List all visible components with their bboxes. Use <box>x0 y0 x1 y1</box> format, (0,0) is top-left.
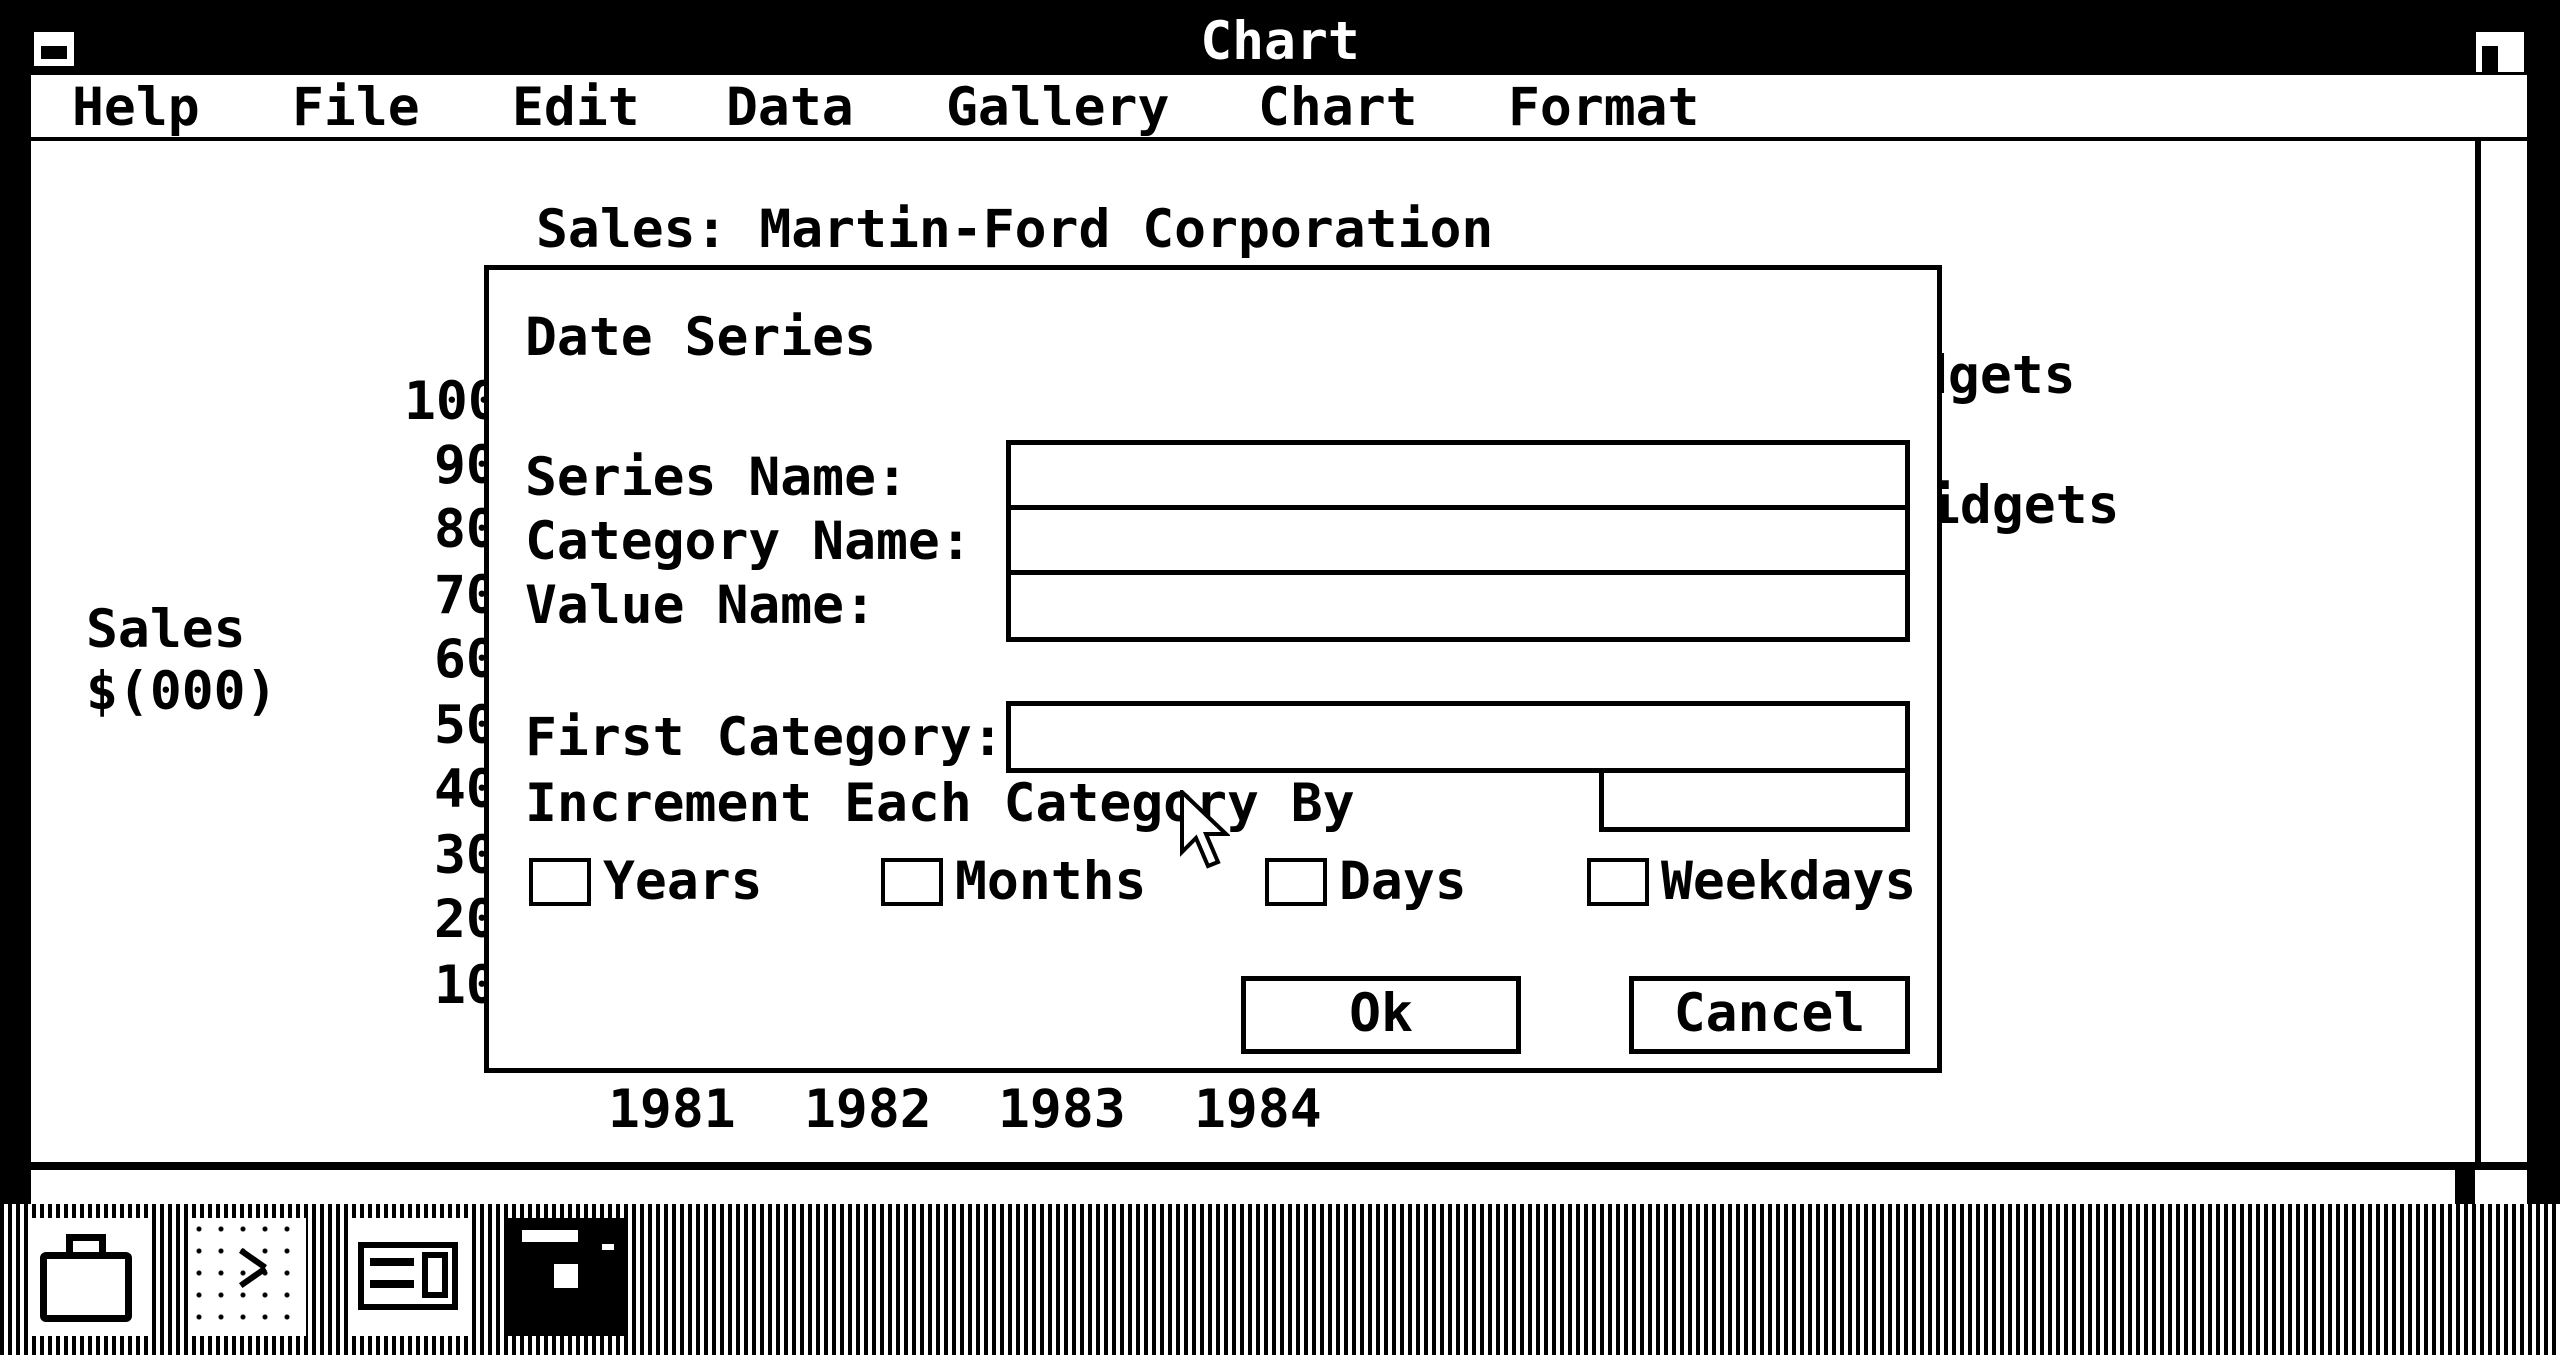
days-checkbox[interactable] <box>1265 858 1327 906</box>
chart-title: Sales: Martin-Ford Corporation <box>536 199 1494 260</box>
cardfile-icon[interactable] <box>350 1218 468 1336</box>
legend-entry: idgets <box>1928 475 2120 536</box>
menu-edit[interactable]: Edit <box>512 78 640 138</box>
menu-help[interactable]: Help <box>72 78 200 138</box>
briefcase-icon[interactable] <box>32 1218 150 1336</box>
value-name-field[interactable] <box>1006 570 1910 642</box>
cancel-button[interactable]: Cancel <box>1629 976 1910 1054</box>
vertical-scrollbar[interactable] <box>2475 141 2527 1162</box>
months-label[interactable]: Months <box>955 852 1146 912</box>
window-title: Chart <box>1200 11 1360 72</box>
series-name-field[interactable] <box>1006 440 1910 512</box>
date-series-dialog: Date Series Series Name: Category Name: … <box>484 265 1942 1073</box>
maximize-icon[interactable] <box>2476 32 2524 72</box>
dialog-title: Date Series <box>525 307 876 368</box>
menu-format[interactable]: Format <box>1508 78 1699 138</box>
y-axis-label-unit: $(000) <box>86 661 278 722</box>
weekdays-checkbox[interactable] <box>1587 858 1649 906</box>
x-tick-label: 1984 <box>1194 1079 1322 1140</box>
category-name-field[interactable] <box>1006 505 1910 577</box>
horizontal-scrollbar[interactable] <box>31 1170 2527 1204</box>
increment-label: Increment Each Category By <box>525 773 1355 834</box>
weekdays-label[interactable]: Weekdays <box>1661 852 1916 912</box>
increment-field[interactable] <box>1599 768 1910 832</box>
first-category-label: First Category: <box>525 707 1004 768</box>
years-checkbox[interactable] <box>529 858 591 906</box>
category-name-label: Category Name: <box>525 511 972 572</box>
menu-file[interactable]: File <box>292 78 420 138</box>
months-checkbox[interactable] <box>881 858 943 906</box>
years-label[interactable]: Years <box>603 852 763 912</box>
clock-icon[interactable] <box>188 1218 306 1336</box>
ok-button[interactable]: Ok <box>1241 976 1521 1054</box>
x-tick-label: 1981 <box>608 1079 736 1140</box>
days-label[interactable]: Days <box>1339 852 1467 912</box>
menu-chart[interactable]: Chart <box>1258 78 1418 138</box>
disk-icon[interactable] <box>508 1218 626 1336</box>
scrollbar-divider <box>31 1162 2527 1170</box>
menu-gallery[interactable]: Gallery <box>946 78 1169 138</box>
first-category-field[interactable] <box>1006 701 1910 773</box>
series-name-label: Series Name: <box>525 447 908 508</box>
x-tick-label: 1982 <box>804 1079 932 1140</box>
mouse-pointer-icon <box>1180 790 1230 869</box>
y-axis-label: Sales <box>86 599 246 660</box>
x-tick-label: 1983 <box>998 1079 1126 1140</box>
scrollbar-thumb[interactable] <box>2455 1170 2475 1204</box>
menu-data[interactable]: Data <box>726 78 854 138</box>
value-name-label: Value Name: <box>525 575 876 636</box>
